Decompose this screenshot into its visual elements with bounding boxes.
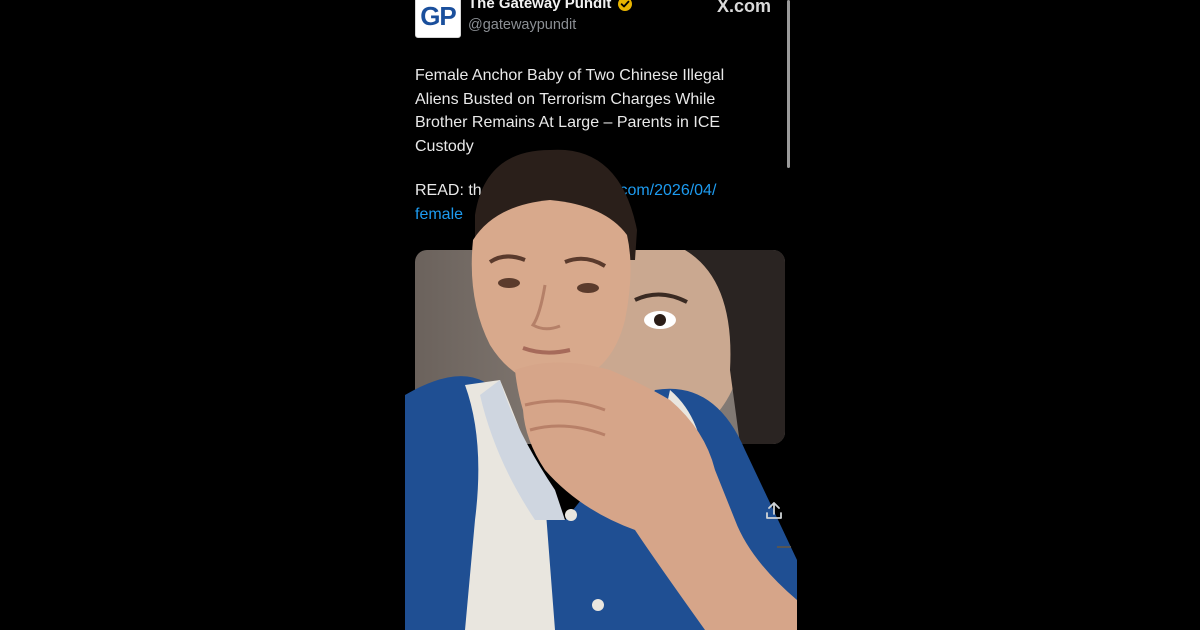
- video-frame: GP The Gateway Pundit @gatewaypundit X.c…: [405, 0, 797, 630]
- share-icon[interactable]: [763, 500, 785, 522]
- divider: [777, 546, 791, 548]
- creator-overlay-image: [405, 149, 797, 630]
- scrollbar[interactable]: [787, 0, 790, 168]
- screenshot-frame: GP The Gateway Pundit @gatewaypundit X.c…: [0, 0, 1200, 630]
